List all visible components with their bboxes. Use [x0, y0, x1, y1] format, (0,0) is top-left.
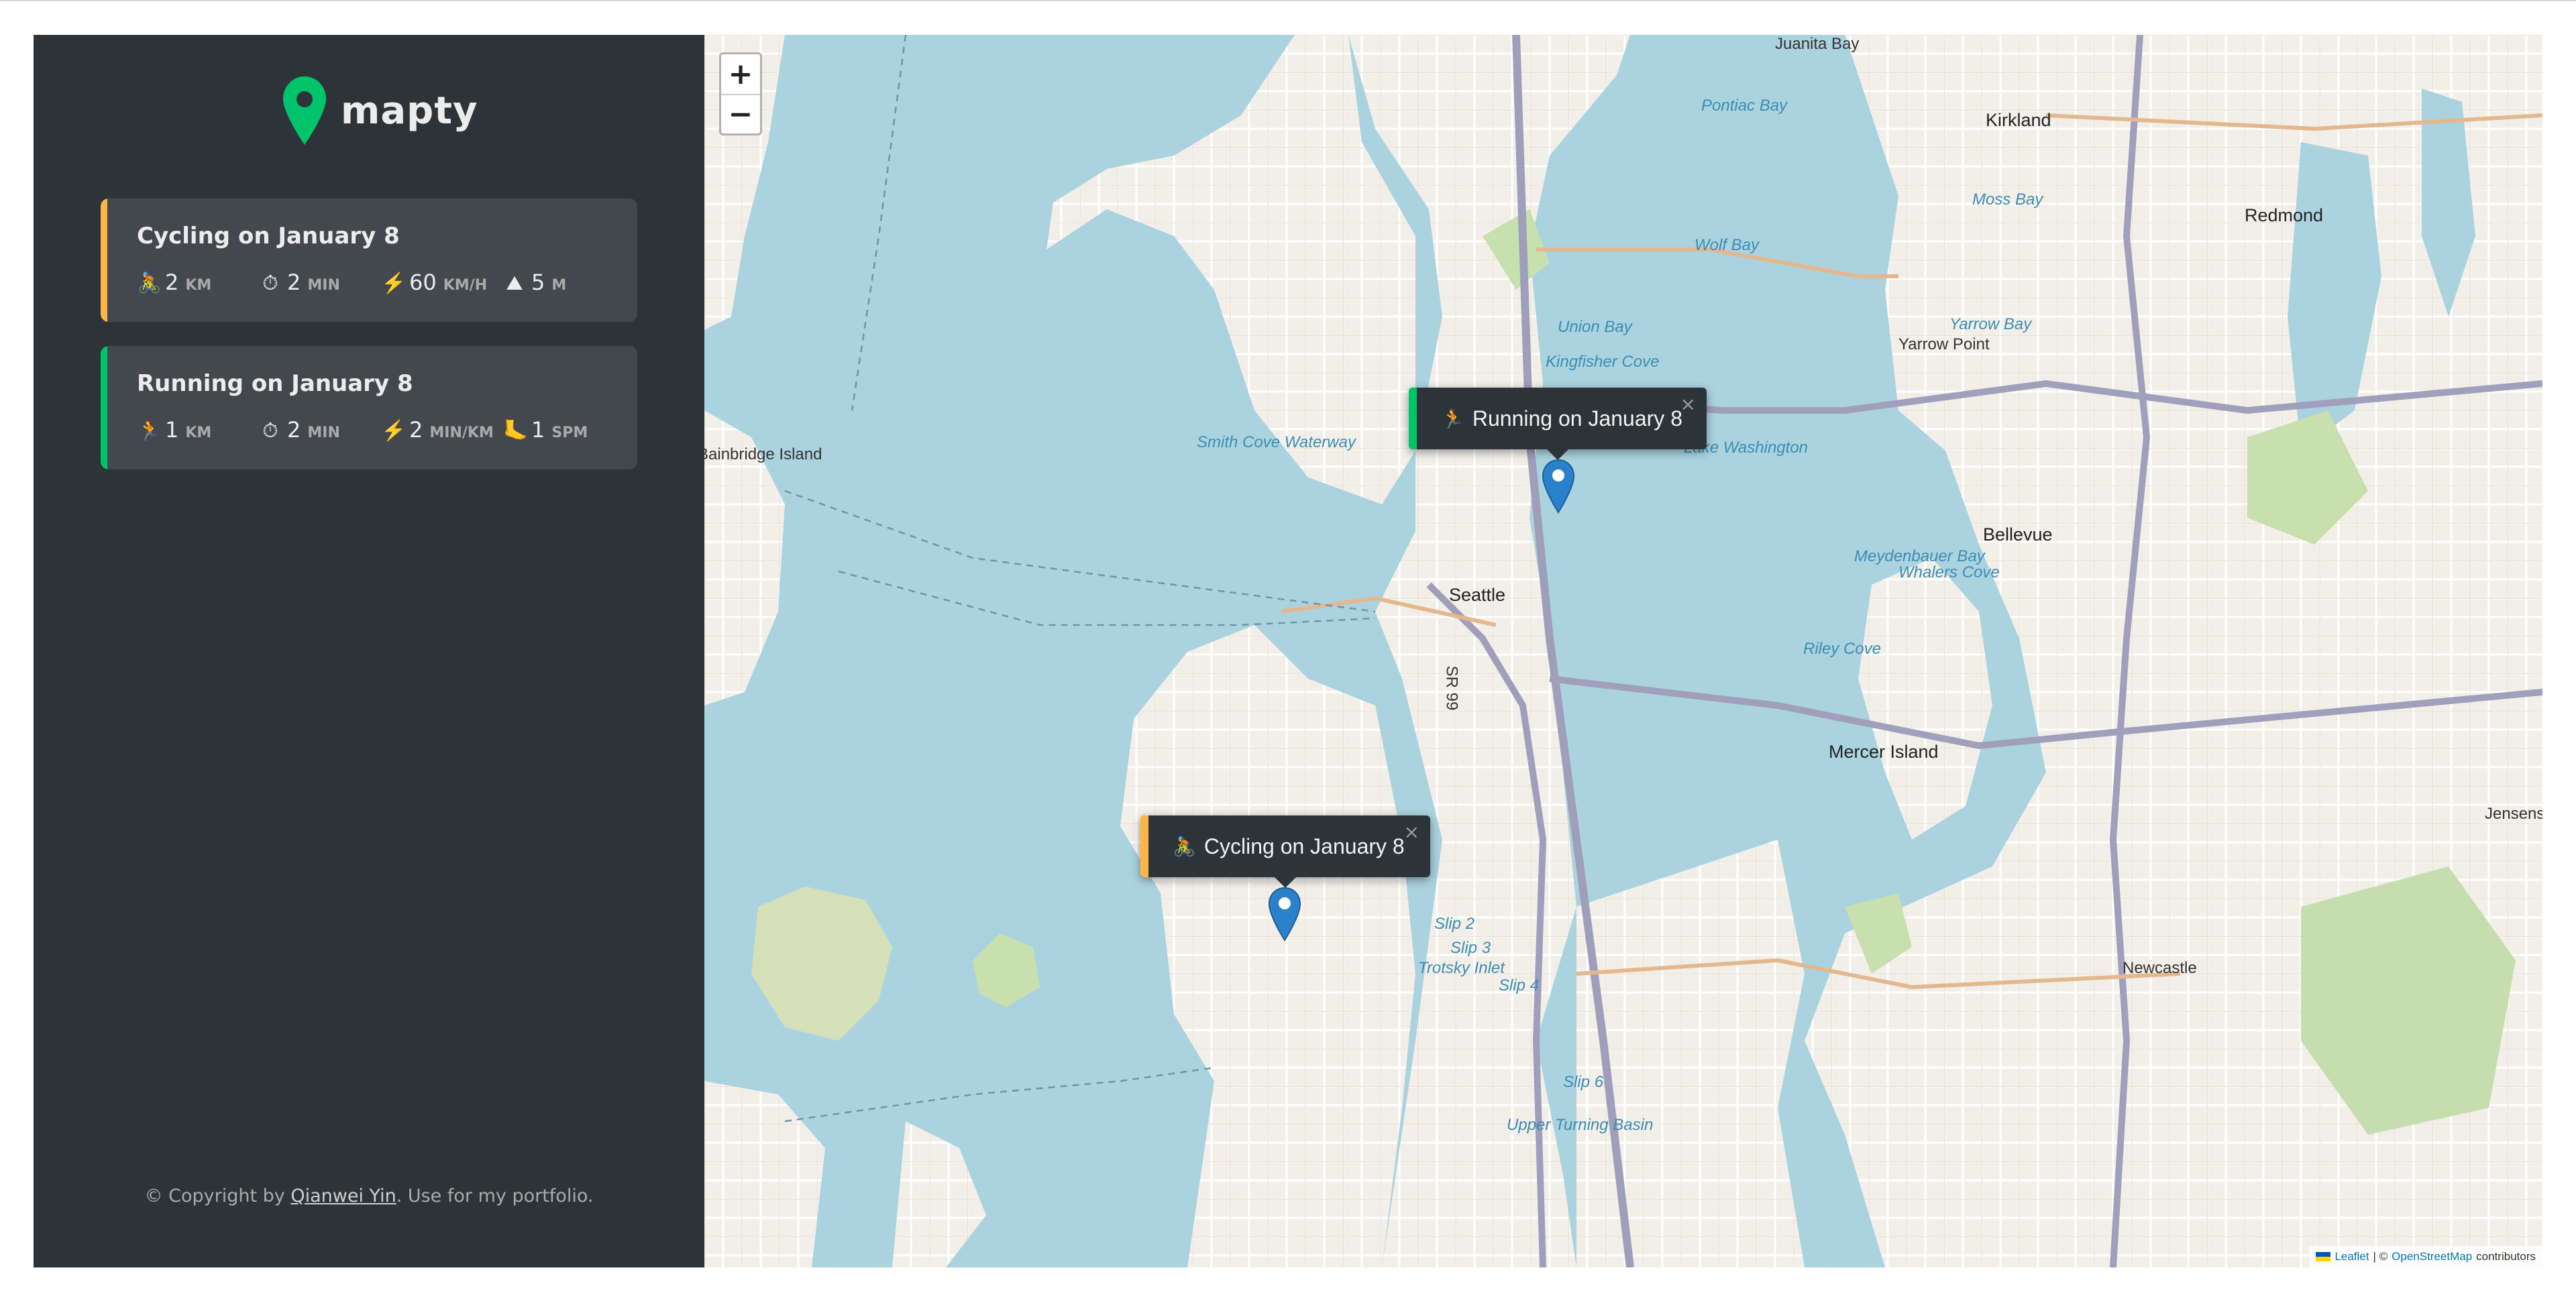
map-pin-icon — [283, 76, 326, 145]
copyright-prefix: © Copyright by — [144, 1186, 291, 1206]
workout-unit: min — [307, 277, 340, 294]
attribution-suffix: contributors — [2476, 1250, 2536, 1263]
map[interactable]: Juanita Bay Kirkland Pontiac Bay Moss Ba… — [704, 35, 2542, 1267]
workout-elevation: ⛰ 5 m — [503, 270, 566, 295]
ukraine-flag-icon — [2316, 1252, 2331, 1261]
place-label: Jensens — [2485, 805, 2542, 823]
workout-unit: spm — [551, 425, 588, 441]
place-label: SR 99 — [1442, 665, 1461, 711]
app-logo: mapty — [282, 74, 478, 148]
author-link[interactable]: Qianwei Yin — [290, 1186, 396, 1206]
cyclist-icon: 🚴 — [1173, 836, 1196, 857]
cyclist-icon: 🚴 — [137, 272, 162, 294]
workout-unit: km — [185, 425, 212, 441]
workout-unit: m — [551, 277, 567, 294]
workout-unit: min/km — [429, 425, 494, 441]
lightning-icon: ⚡ — [381, 272, 407, 294]
leaflet-link[interactable]: Leaflet — [2334, 1250, 2369, 1263]
place-label: Kingfisher Cove — [1546, 353, 1660, 371]
workout-duration: ⏱ 2 min — [259, 270, 340, 295]
workout-title: Running on January 8 — [137, 370, 413, 397]
workout-title: Cycling on January 8 — [137, 223, 400, 249]
place-label: Redmond — [2245, 205, 2324, 225]
workout-card-cycling[interactable]: Cycling on January 8 🚴 2 km ⏱ 2 min ⚡ 60… — [101, 199, 637, 322]
workout-value: 2 — [287, 270, 301, 295]
workout-duration: ⏱ 2 min — [259, 417, 340, 443]
place-label: Union Bay — [1558, 318, 1632, 336]
popup-text: Running on January 8 — [1472, 406, 1682, 431]
running-marker-icon[interactable] — [1542, 459, 1575, 514]
workout-unit: km/h — [443, 277, 488, 294]
map-attribution: Leaflet | © OpenStreetMap contributors — [2309, 1246, 2542, 1267]
place-label: Slip 4 — [1499, 976, 1540, 995]
place-label: Newcastle — [2123, 959, 2197, 977]
place-label: Whalers Cove — [1898, 563, 2000, 581]
workout-type-bar — [101, 346, 107, 469]
workout-unit: min — [307, 425, 340, 441]
attribution-separator: | © — [2373, 1250, 2388, 1263]
lightning-icon: ⚡ — [381, 420, 407, 442]
place-label: Yarrow Point — [1898, 335, 1990, 353]
place-label: Juanita Bay — [1775, 35, 1860, 53]
sidebar: mapty Cycling on January 8 🚴 2 km ⏱ 2 mi… — [34, 35, 704, 1267]
zoom-out-button[interactable]: − — [721, 94, 760, 133]
cycling-marker-icon[interactable] — [1268, 887, 1301, 942]
stopwatch-icon: ⏱ — [262, 272, 278, 294]
place-label: Pontiac Bay — [1701, 97, 1788, 115]
workout-speed: ⚡ 60 km/h — [381, 270, 487, 295]
place-label: Riley Cove — [1803, 640, 1882, 658]
runner-icon: 🏃 — [1441, 408, 1464, 429]
footprint-icon: 🦶 — [503, 420, 529, 442]
place-label: Slip 6 — [1563, 1073, 1604, 1091]
runner-icon: 🏃 — [137, 420, 162, 442]
copyright-suffix: . Use for my portfolio. — [396, 1186, 594, 1206]
openstreetmap-link[interactable]: OpenStreetMap — [2392, 1250, 2472, 1263]
zoom-control: + − — [719, 52, 762, 135]
workout-value: 1 — [165, 417, 179, 443]
workout-value: 2 — [409, 417, 423, 443]
page-top-border — [0, 0, 2576, 1]
place-label: Mercer Island — [1829, 742, 1939, 762]
place-label: Bainbridge Island — [704, 445, 822, 463]
place-label: Kirkland — [1986, 110, 2051, 130]
place-label: Yarrow Bay — [1949, 315, 2032, 333]
workout-cadence: 🦶 1 spm — [503, 417, 588, 443]
workout-value: 2 — [165, 270, 179, 295]
place-label: Smith Cove Waterway — [1197, 433, 1356, 451]
place-label: Slip 3 — [1450, 939, 1491, 957]
popup-type-bar — [1140, 815, 1148, 877]
place-label: Trotsky Inlet — [1418, 959, 1505, 977]
workout-value: 2 — [287, 417, 301, 443]
zoom-in-button[interactable]: + — [721, 54, 760, 94]
workout-value: 60 — [409, 270, 437, 295]
place-label: Wolf Bay — [1695, 236, 1760, 254]
cycling-popup[interactable]: 🚴 Cycling on January 8 × — [1140, 815, 1430, 888]
place-label: Slip 2 — [1434, 915, 1475, 933]
workout-pace: ⚡ 2 min/km — [381, 417, 494, 443]
mountain-icon: ⛰ — [506, 272, 523, 294]
copyright-text: © Copyright by Qianwei Yin. Use for my p… — [34, 1186, 704, 1206]
workout-value: 1 — [531, 417, 545, 443]
stopwatch-icon: ⏱ — [262, 420, 278, 442]
running-popup[interactable]: 🏃 Running on January 8 × — [1409, 388, 1707, 460]
place-label: Upper Turning Basin — [1507, 1116, 1654, 1134]
place-label: Seattle — [1449, 585, 1506, 605]
place-label: Moss Bay — [1972, 190, 2043, 209]
workout-type-bar — [101, 199, 107, 322]
workout-distance: 🚴 2 km — [137, 270, 211, 295]
workout-value: 5 — [531, 270, 545, 295]
app-name: mapty — [341, 89, 478, 133]
workout-unit: km — [185, 277, 212, 294]
workout-card-running[interactable]: Running on January 8 🏃 1 km ⏱ 2 min ⚡ 2 … — [101, 346, 637, 469]
popup-text: Cycling on January 8 — [1203, 834, 1405, 858]
popup-close-button[interactable]: × — [1404, 821, 1419, 843]
workout-distance: 🏃 1 km — [137, 417, 211, 443]
popup-close-button[interactable]: × — [1680, 393, 1696, 415]
place-label: Bellevue — [1983, 524, 2053, 545]
popup-type-bar — [1409, 388, 1417, 449]
